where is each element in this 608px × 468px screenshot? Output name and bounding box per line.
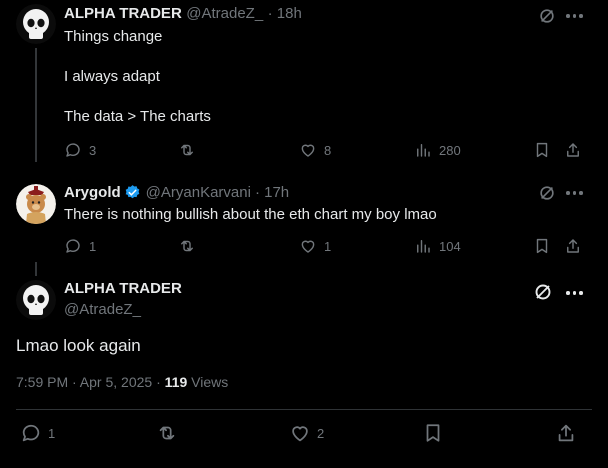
post-line-3: The data > The charts (64, 108, 211, 125)
repost-button[interactable] (178, 237, 196, 255)
reply-count: 1 (89, 238, 97, 254)
more-icon[interactable] (566, 191, 583, 195)
like-count: 8 (324, 142, 332, 158)
more-icon[interactable] (566, 14, 583, 18)
display-name[interactable]: Arygold (64, 184, 121, 201)
thread-line (35, 262, 37, 276)
views-icon (417, 240, 430, 253)
share-icon (558, 424, 574, 442)
post-text: There is nothing bullish about the eth c… (64, 206, 437, 223)
handle[interactable]: @AtradeZ_ (64, 301, 141, 318)
bookmark-button[interactable] (533, 141, 551, 159)
views-button[interactable]: 280 (414, 141, 461, 159)
views-icon (417, 144, 430, 157)
bookmark-icon (536, 142, 548, 158)
like-icon (301, 240, 315, 253)
timestamp[interactable]: 7:59 PM · Apr 5, 2025 · (16, 374, 165, 390)
reply-button[interactable]: 1 (64, 237, 96, 255)
divider (16, 409, 592, 410)
reply-icon (66, 143, 80, 157)
reply-icon (22, 424, 40, 442)
repost-icon (181, 240, 193, 252)
post-header: Arygold @AryanKarvani · 17h (64, 184, 289, 201)
post-line-2: I always adapt (64, 68, 160, 85)
avatar-alpha-trader[interactable] (16, 4, 56, 44)
post-header: ALPHA TRADER @AtradeZ_ · 18h (64, 5, 302, 23)
repost-button[interactable] (156, 422, 178, 444)
views-count: 280 (439, 142, 461, 158)
handle[interactable]: @AtradeZ_ (186, 5, 263, 22)
views-count: 119 (164, 374, 188, 390)
share-button[interactable] (555, 422, 577, 444)
views-label: Views (187, 374, 229, 390)
post-line-1: Things change (64, 28, 163, 45)
bookmark-icon (426, 424, 440, 442)
repost-icon (159, 426, 175, 440)
like-count: 2 (317, 425, 325, 441)
reply-count: 3 (89, 142, 97, 158)
avatar-alpha-trader[interactable] (16, 280, 56, 320)
grok-icon[interactable] (533, 282, 553, 307)
share-button[interactable] (564, 237, 582, 255)
views-count: 104 (439, 238, 461, 254)
like-icon (301, 144, 315, 157)
post-time[interactable]: · 18h (268, 5, 302, 22)
grok-icon[interactable] (538, 7, 556, 30)
like-button[interactable]: 1 (299, 237, 331, 255)
repost-icon (181, 144, 193, 156)
post-time[interactable]: · 17h (255, 184, 289, 201)
reply-icon (66, 239, 80, 253)
display-name[interactable]: ALPHA TRADER (64, 280, 182, 297)
like-count: 1 (324, 238, 332, 254)
post-meta: 7:59 PM · Apr 5, 2025 · 119 Views (16, 374, 228, 390)
share-icon (567, 239, 579, 253)
grok-icon[interactable] (538, 184, 556, 207)
repost-button[interactable] (178, 141, 196, 159)
share-button[interactable] (564, 141, 582, 159)
handle[interactable]: @AryanKarvani (146, 184, 251, 201)
thread-line (35, 48, 37, 162)
display-name[interactable]: ALPHA TRADER (64, 5, 182, 22)
views-button[interactable]: 104 (414, 237, 461, 255)
bookmark-button[interactable] (533, 237, 551, 255)
like-button[interactable]: 2 (289, 422, 324, 444)
like-icon (292, 426, 308, 442)
reply-button[interactable]: 1 (20, 422, 55, 444)
like-button[interactable]: 8 (299, 141, 331, 159)
bookmark-button[interactable] (422, 422, 444, 444)
main-post-text: Lmao look again (16, 336, 141, 355)
reply-count: 1 (48, 425, 56, 441)
avatar-arygold[interactable] (16, 184, 56, 224)
more-icon[interactable] (566, 291, 583, 295)
share-icon (567, 143, 579, 157)
bookmark-icon (536, 238, 548, 254)
verified-badge-icon (125, 185, 139, 199)
reply-button[interactable]: 3 (64, 141, 96, 159)
